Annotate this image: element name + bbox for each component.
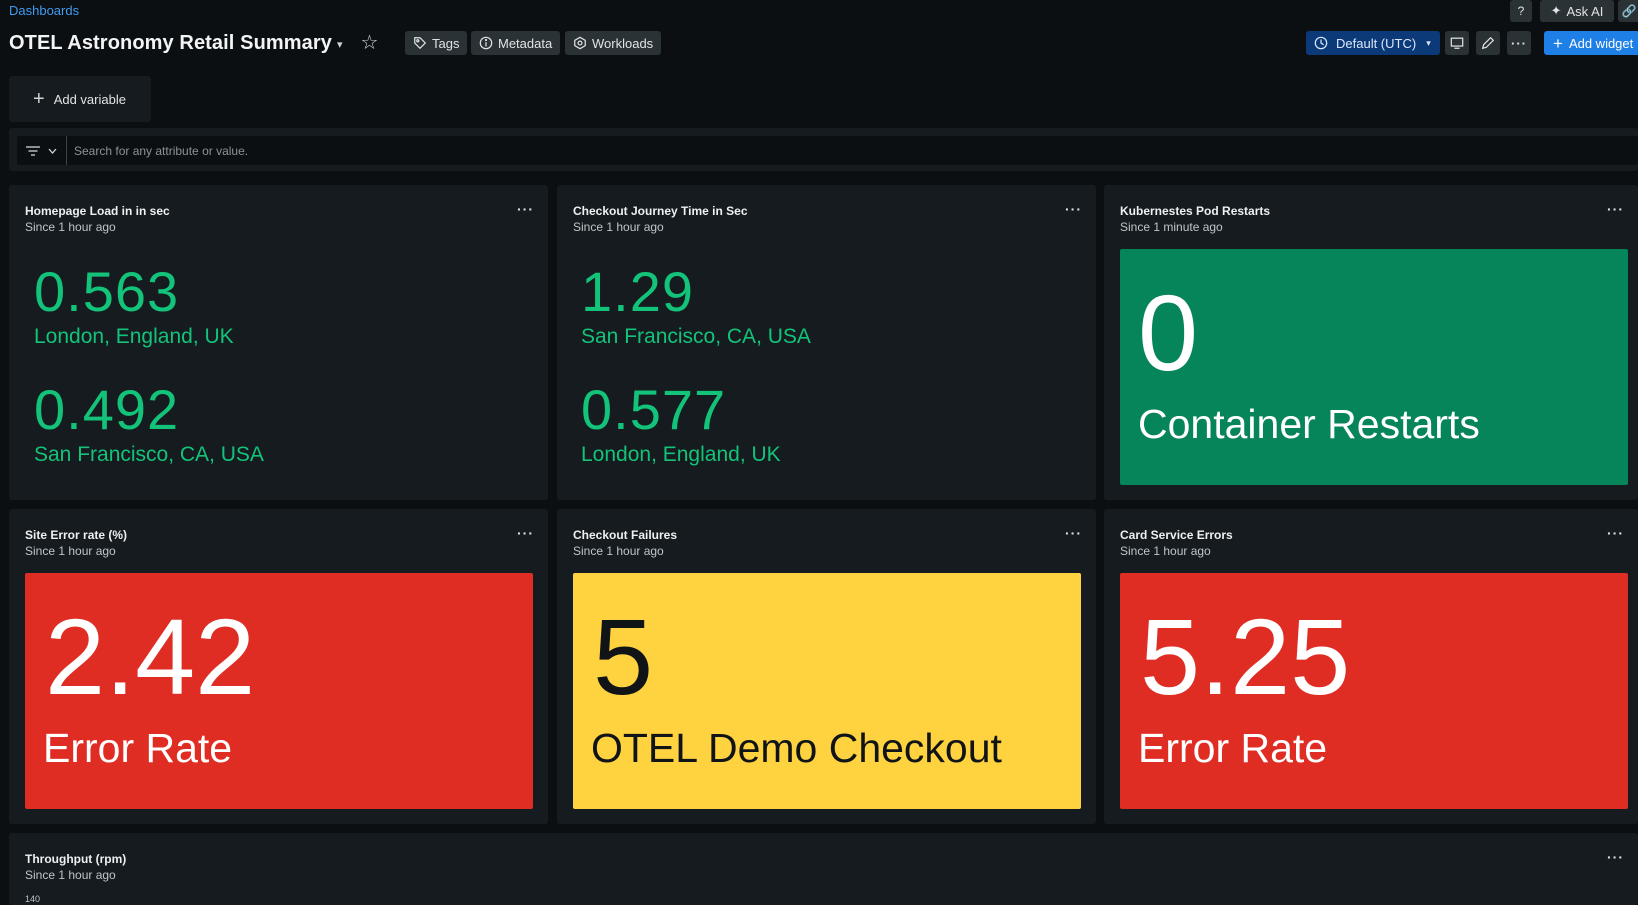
- widget-menu-button[interactable]: ···: [517, 201, 534, 217]
- page-title[interactable]: OTEL Astronomy Retail Summary: [9, 32, 332, 55]
- widget-menu-button[interactable]: ···: [1065, 201, 1082, 217]
- billboard-label: San Francisco, CA, USA: [581, 325, 811, 348]
- widget-title: Homepage Load in in sec: [25, 204, 170, 218]
- top-bar: Dashboards OTEL Astronomy Retail Summary…: [0, 0, 1638, 70]
- breadcrumb-dashboards[interactable]: Dashboards: [9, 3, 79, 18]
- widget-subtitle: Since 1 hour ago: [25, 220, 116, 234]
- add-widget-button[interactable]: + Add widget: [1544, 31, 1638, 55]
- plus-icon: +: [1553, 33, 1563, 53]
- widget-card-service-errors: Card Service Errors Since 1 hour ago ···…: [1104, 509, 1638, 824]
- widget-pod-restarts: Kubernestes Pod Restarts Since 1 minute …: [1104, 185, 1638, 500]
- tags-button[interactable]: Tags: [405, 31, 468, 55]
- widget-title: Checkout Journey Time in Sec: [573, 204, 748, 218]
- more-options-button[interactable]: ···: [1507, 31, 1531, 55]
- workloads-icon: [574, 36, 586, 50]
- edit-button[interactable]: [1476, 31, 1500, 55]
- widget-throughput: Throughput (rpm) Since 1 hour ago ···: [9, 833, 1638, 905]
- ask-ai-button[interactable]: ✦ Ask AI: [1540, 0, 1614, 22]
- workloads-button[interactable]: Workloads: [565, 31, 662, 55]
- billboard-label: London, England, UK: [34, 325, 234, 348]
- y-axis-tick: 140: [25, 894, 41, 904]
- filter-inner: [17, 136, 1638, 165]
- tile-value: 2.42: [45, 596, 256, 717]
- widget-menu-button[interactable]: ···: [1607, 201, 1624, 217]
- sparkle-icon: ✦: [1550, 3, 1562, 18]
- ask-ai-label: Ask AI: [1566, 3, 1604, 19]
- share-link-button[interactable]: 🔗: [1618, 0, 1638, 22]
- billboard-value: 0.577: [581, 378, 727, 441]
- billboard-label: London, England, UK: [581, 443, 781, 466]
- widget-subtitle: Since 1 hour ago: [1120, 544, 1211, 558]
- widget-menu-button[interactable]: ···: [1607, 525, 1624, 541]
- clock-icon: [1314, 36, 1328, 50]
- tile-value: 5.25: [1140, 596, 1351, 717]
- status-tile: 5.25 Error Rate: [1120, 573, 1628, 809]
- search-input[interactable]: [67, 136, 1638, 165]
- tile-label: OTEL Demo Checkout: [591, 725, 1002, 771]
- widget-homepage-load: Homepage Load in in sec Since 1 hour ago…: [9, 185, 548, 500]
- help-button[interactable]: ?: [1510, 0, 1532, 22]
- metadata-label: Metadata: [498, 35, 553, 51]
- tile-label: Container Restarts: [1138, 401, 1480, 447]
- widget-subtitle: Since 1 hour ago: [25, 868, 116, 882]
- pencil-icon: [1481, 36, 1495, 50]
- widget-site-error-rate: Site Error rate (%) Since 1 hour ago ···…: [9, 509, 548, 824]
- title-row: OTEL Astronomy Retail Summary ▾ ☆: [9, 30, 378, 56]
- chevron-down-icon: ▾: [1426, 37, 1431, 48]
- info-icon: [479, 36, 493, 50]
- timezone-label: Default (UTC): [1336, 35, 1417, 51]
- filter-lines-icon: [26, 145, 40, 156]
- workloads-label: Workloads: [592, 35, 654, 51]
- widget-title: Kubernestes Pod Restarts: [1120, 204, 1271, 218]
- timezone-picker[interactable]: Default (UTC) ▾: [1306, 31, 1440, 55]
- monitor-icon: [1450, 37, 1464, 49]
- status-tile: 5 OTEL Demo Checkout: [573, 573, 1081, 809]
- widget-checkout-failures: Checkout Failures Since 1 hour ago ··· 5…: [557, 509, 1096, 824]
- chevron-down-icon[interactable]: ▾: [337, 38, 343, 51]
- status-tile: 0 Container Restarts: [1120, 249, 1628, 485]
- billboard-label: San Francisco, CA, USA: [34, 443, 264, 466]
- widget-menu-button[interactable]: ···: [1607, 849, 1624, 865]
- widget-subtitle: Since 1 hour ago: [573, 220, 664, 234]
- add-widget-label: Add widget: [1568, 35, 1634, 51]
- widget-title: Checkout Failures: [573, 528, 678, 542]
- metadata-button[interactable]: Metadata: [471, 31, 561, 55]
- billboard-value: 0.563: [34, 260, 180, 323]
- tv-mode-button[interactable]: [1445, 31, 1469, 55]
- widget-title: Card Service Errors: [1120, 528, 1233, 542]
- widget-checkout-journey-time: Checkout Journey Time in Sec Since 1 hou…: [557, 185, 1096, 500]
- status-tile: 2.42 Error Rate: [25, 573, 533, 809]
- link-icon: 🔗: [1621, 4, 1637, 18]
- tag-icon: [414, 37, 427, 50]
- widget-title: Throughput (rpm): [25, 852, 127, 866]
- tags-label: Tags: [432, 35, 460, 51]
- widget-menu-button[interactable]: ···: [517, 525, 534, 541]
- billboard-value: 0.492: [34, 378, 180, 441]
- tile-value: 5: [593, 596, 654, 717]
- billboard-value: 1.29: [581, 260, 694, 323]
- add-variable-button[interactable]: + Add variable: [9, 76, 151, 122]
- widget-subtitle: Since 1 hour ago: [573, 544, 664, 558]
- tile-label: Error Rate: [43, 725, 233, 771]
- widget-subtitle: Since 1 hour ago: [25, 544, 116, 558]
- plus-icon: +: [33, 88, 45, 110]
- filter-bar: [9, 128, 1638, 171]
- tile-label: Error Rate: [1138, 725, 1328, 771]
- widget-subtitle: Since 1 minute ago: [1120, 220, 1223, 234]
- tile-value: 0: [1138, 272, 1199, 393]
- add-variable-label: Add variable: [53, 91, 126, 107]
- favorite-star-icon[interactable]: ☆: [361, 33, 379, 53]
- widget-menu-button[interactable]: ···: [1065, 525, 1082, 541]
- help-circle-icon: ?: [1517, 4, 1525, 18]
- filter-menu-button[interactable]: [17, 136, 67, 165]
- widget-title: Site Error rate (%): [25, 528, 128, 542]
- chevron-down-icon: [48, 148, 57, 154]
- ellipsis-icon: ···: [1511, 35, 1527, 51]
